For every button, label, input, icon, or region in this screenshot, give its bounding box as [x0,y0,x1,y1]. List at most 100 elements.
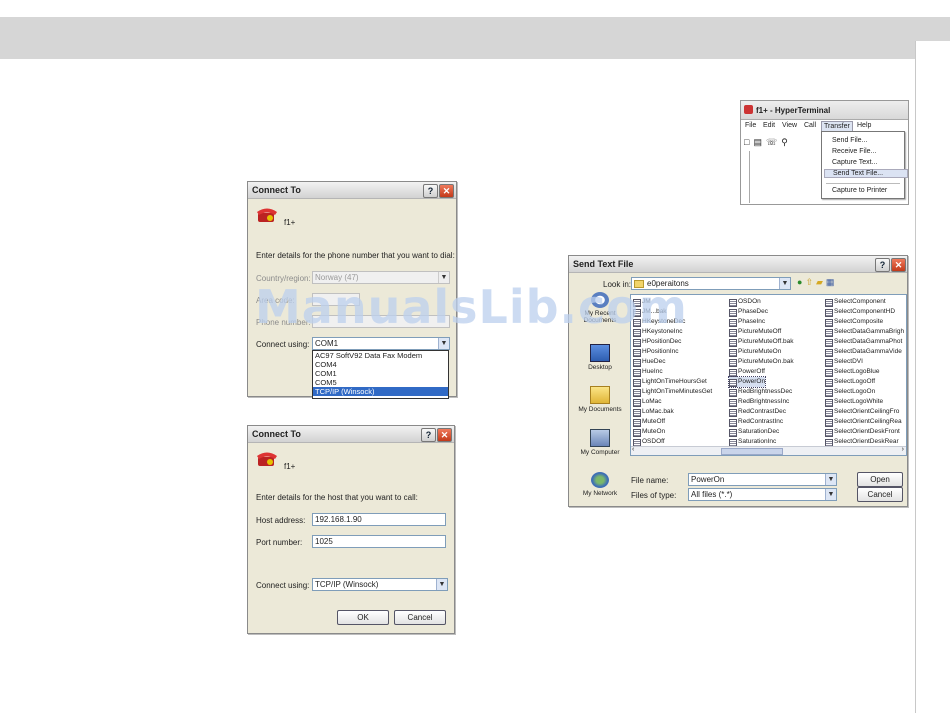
cancel-button[interactable]: Cancel [857,487,903,502]
dialog-prompt: Enter details for the host that you want… [256,493,418,502]
file-type-value: All files (*.*) [691,490,733,499]
file-item[interactable]: SelectDataGammaPhot [825,337,902,347]
file-item[interactable]: PictureMuteOff [729,327,781,337]
file-item[interactable]: SaturationDec [729,427,779,437]
file-item[interactable]: PictureMuteOn.bak [729,357,794,367]
close-button[interactable]: ✕ [891,258,906,272]
file-item[interactable]: MuteOff [633,417,665,427]
file-item[interactable]: LoMac [633,397,662,407]
place-my-network[interactable]: My Network [573,472,627,497]
connect-using-options[interactable]: AC97 SoftV92 Data Fax Modem COM4 COM1 CO… [312,350,449,399]
file-item[interactable]: LoMac.bak [633,407,674,417]
connect-using-select[interactable]: TCP/IP (Winsock) ▼ [312,578,448,591]
place-my-documents[interactable]: My Documents [573,386,627,413]
help-button[interactable]: ? [875,258,890,272]
file-item[interactable]: HueDec [633,357,665,367]
help-button[interactable]: ? [423,184,438,198]
connect-to-dialog-host: Connect To ? ✕ f1+ Enter details for the… [247,425,455,634]
file-item[interactable]: HPositionInc [633,347,679,357]
file-item[interactable]: HueInc [633,367,663,377]
page-margin-rule [915,41,916,713]
up-folder-icon[interactable]: ⇧ [805,277,816,287]
file-item[interactable]: HPositionDec [633,337,681,347]
menu-item-send-text-file[interactable]: Send Text File... [824,169,908,178]
file-item[interactable]: MuteOn [633,427,665,437]
menu-call[interactable]: Call [804,122,816,129]
file-item[interactable]: RedContrastInc [729,417,783,427]
open-icon[interactable]: ▤ [753,137,766,147]
scroll-left-icon[interactable]: ‹ [632,446,634,453]
chevron-down-icon[interactable]: ▼ [825,489,836,500]
views-icon[interactable]: ▦ [826,277,838,287]
option-com4[interactable]: COM4 [313,360,448,369]
menu-view[interactable]: View [782,122,797,129]
file-item[interactable]: SelectOrientDeskFront [825,427,900,437]
connect-using-select[interactable]: COM1 ▼ [312,337,450,350]
option-com5[interactable]: COM5 [313,378,448,387]
place-my-computer[interactable]: My Computer [573,429,627,456]
menu-item-capture-text[interactable]: Capture Text... [832,159,877,166]
file-item[interactable]: OSDOn [729,297,761,307]
option-com1[interactable]: COM1 [313,369,448,378]
file-item[interactable]: SelectOrientCeilingRea [825,417,902,427]
file-item[interactable]: PictureMuteOn [729,347,781,357]
file-item[interactable]: SelectComponent [825,297,886,307]
menu-item-capture-to-printer[interactable]: Capture to Printer [832,187,887,194]
connection-name: f1+ [284,218,296,227]
menu-edit[interactable]: Edit [763,122,775,129]
file-item[interactable]: LightOnTimeHoursGet [633,377,707,387]
terminal-area[interactable] [741,151,750,203]
option-tcpip[interactable]: TCP/IP (Winsock) [313,387,448,396]
call-icon[interactable]: ☏ [766,137,781,147]
dialog-prompt: Enter details for the phone number that … [256,251,455,260]
menu-file[interactable]: File [745,122,756,129]
host-address-field[interactable]: 192.168.1.90 [312,513,446,526]
dialog-titlebar: Send Text File ? ✕ [569,256,907,273]
chevron-down-icon[interactable]: ▼ [779,278,790,289]
horizontal-scrollbar[interactable]: ‹ › [631,446,906,455]
file-item[interactable]: SelectDVI [825,357,863,367]
scroll-thumb[interactable] [721,448,783,455]
page-top-margin [0,0,950,17]
help-button[interactable]: ? [421,428,436,442]
file-item[interactable]: RedBrightnessDec [729,387,792,397]
file-item[interactable]: RedContrastDec [729,407,786,417]
file-item[interactable]: RedBrightnessInc [729,397,789,407]
file-item[interactable]: SelectLogoBlue [825,367,880,377]
cancel-button[interactable]: Cancel [394,610,446,625]
file-item[interactable]: SelectComposite [825,317,883,327]
menu-separator [826,183,900,184]
close-button[interactable]: ✕ [437,428,452,442]
place-desktop[interactable]: Desktop [573,344,627,371]
new-folder-icon[interactable]: ▰ [816,277,826,287]
file-item[interactable]: PowerOff [729,367,765,377]
file-item[interactable]: LightOnTimeMinutesGet [633,387,712,397]
file-item[interactable]: SelectDataGammaBrigh [825,327,904,337]
port-number-field[interactable]: 1025 [312,535,446,548]
file-item[interactable]: PhaseInc [729,317,765,327]
disconnect-icon[interactable]: ⚲ [781,137,792,147]
file-item[interactable]: SelectOrientCeilingFro [825,407,899,417]
file-name-field[interactable]: PowerOn ▼ [688,473,837,486]
file-item[interactable]: PhaseDec [729,307,768,317]
option-modem[interactable]: AC97 SoftV92 Data Fax Modem [313,351,448,360]
menu-item-receive-file[interactable]: Receive File... [832,148,876,155]
file-item[interactable]: SelectLogoWhite [825,397,883,407]
chevron-down-icon[interactable]: ▼ [436,579,447,590]
ok-button[interactable]: OK [337,610,389,625]
file-item[interactable]: PowerOn [727,376,767,388]
open-button[interactable]: Open [857,472,903,487]
menu-item-send-file[interactable]: Send File... [832,137,867,144]
scroll-right-icon[interactable]: › [902,446,904,453]
menu-help[interactable]: Help [857,122,871,129]
file-item[interactable]: SelectDataGammaVide [825,347,902,357]
file-item[interactable]: SelectLogoOff [825,377,875,387]
file-item[interactable]: PictureMuteOff.bak [729,337,794,347]
file-item[interactable]: SelectLogoOn [825,387,875,397]
file-item[interactable]: SelectComponentHD [825,307,895,317]
close-button[interactable]: ✕ [439,184,454,198]
chevron-down-icon[interactable]: ▼ [825,474,836,485]
connect-using-label: Connect using: [256,340,310,349]
chevron-down-icon[interactable]: ▼ [438,338,449,349]
file-type-select[interactable]: All files (*.*) ▼ [688,488,837,501]
